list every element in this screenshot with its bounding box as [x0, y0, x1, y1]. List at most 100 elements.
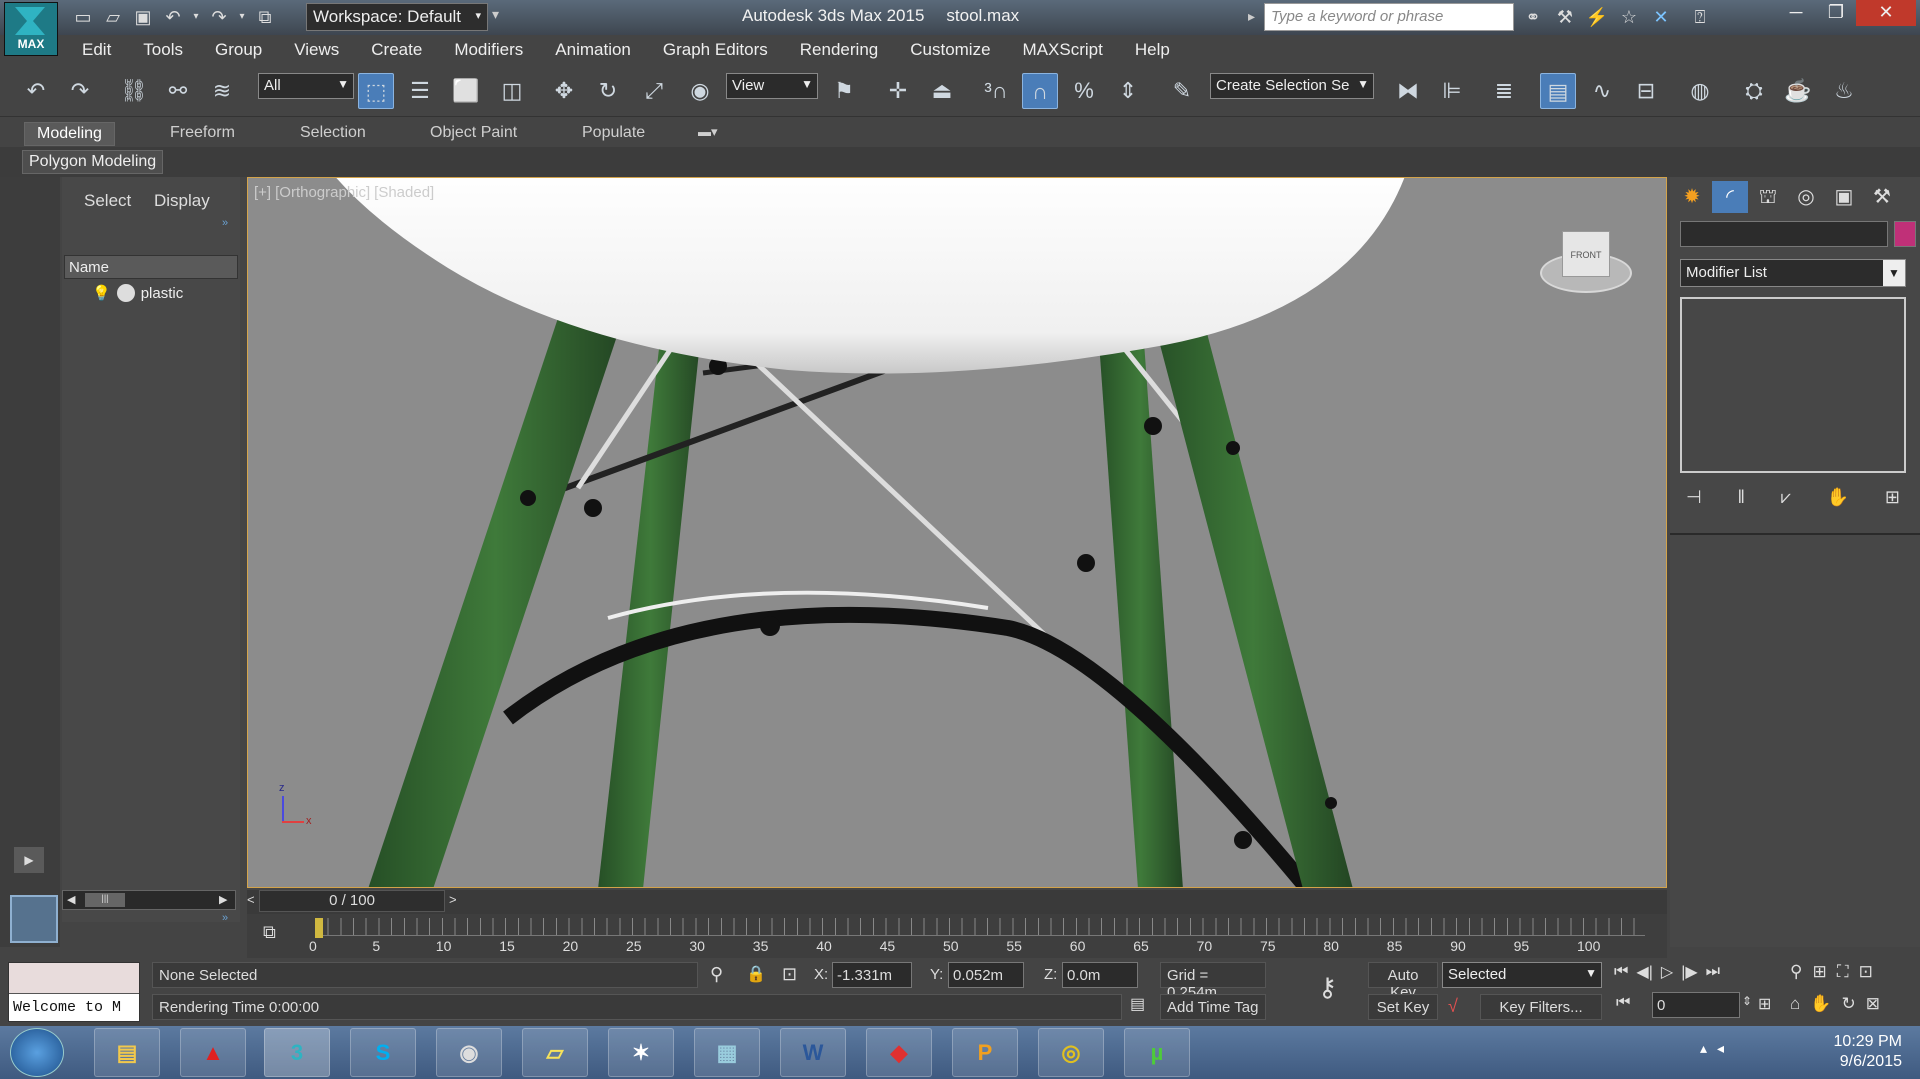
utorrent-icon[interactable]: µ [1124, 1028, 1190, 1077]
viewport-menu-plus[interactable]: [+] [254, 184, 271, 201]
menu-rendering[interactable]: Rendering [800, 40, 878, 60]
undo-icon[interactable]: ↶ [18, 73, 54, 109]
keyboard-shortcut-override-icon[interactable]: ⏏ [924, 73, 960, 109]
z-coordinate-field[interactable]: 0.0m [1062, 962, 1138, 988]
ribbon-options-icon[interactable]: ▬▾ [686, 122, 730, 146]
explorer-scrollbar[interactable]: ◀ ||| ▶ [62, 890, 236, 910]
search-input[interactable]: Type a keyword or phrase [1264, 3, 1514, 31]
zoom-extents-all-icon[interactable]: ⊡ [1859, 962, 1873, 982]
select-object-icon[interactable]: ⬚ [358, 73, 394, 109]
binoculars-icon[interactable]: ⚭ [1520, 4, 1546, 30]
search-expand-icon[interactable]: ▸ [1248, 8, 1255, 25]
auto-key-button[interactable]: Auto Key [1368, 962, 1438, 1001]
key-filters-button[interactable]: Key Filters... [1480, 994, 1602, 1020]
menu-maxscript[interactable]: MAXScript [1023, 40, 1103, 60]
create-tab-icon[interactable]: ✹ [1674, 181, 1710, 213]
word-icon[interactable]: W [780, 1028, 846, 1077]
polygon-modeling-panel[interactable]: Polygon Modeling [22, 150, 164, 174]
project-folder-icon[interactable]: ⧉ [252, 4, 278, 30]
next-frame-icon[interactable]: > [449, 892, 457, 907]
tab-object-paint[interactable]: Object Paint [418, 122, 529, 146]
mirror-icon[interactable]: ⧓ [1390, 73, 1426, 109]
communication-icon[interactable]: ⚡ [1584, 4, 1610, 30]
mini-curve-editor-icon[interactable]: ⧉ [263, 922, 276, 943]
x-coordinate-field[interactable]: -1.331m [832, 962, 912, 988]
rendered-frame-window-icon[interactable]: ☕ [1780, 73, 1816, 109]
expand-icon[interactable]: » [222, 217, 228, 229]
zoom-extents-icon[interactable]: ⛶ [1837, 962, 1849, 982]
scroll-thumb[interactable]: ||| [85, 893, 125, 907]
workspace-dropdown[interactable]: Workspace: Default ▾ [306, 3, 488, 31]
new-file-icon[interactable]: ▭ [70, 4, 96, 30]
help-icon[interactable]: ⍰ [1680, 4, 1720, 30]
menu-modifiers[interactable]: Modifiers [454, 40, 523, 60]
time-tag-icon[interactable]: ▤ [1130, 994, 1145, 1014]
zoom-icon[interactable]: ⚲ [1790, 962, 1802, 982]
scroll-right-icon[interactable]: ▶ [219, 893, 227, 906]
skype-icon[interactable]: S [350, 1028, 416, 1077]
pan-view-icon[interactable]: ✋ [1810, 994, 1831, 1014]
make-unique-icon[interactable]: ⩗ [1781, 487, 1791, 508]
subscription-icon[interactable]: ⚒ [1552, 4, 1578, 30]
isolate-selection-icon[interactable]: ⚲ [710, 964, 723, 985]
viewcube[interactable]: FRONT [1538, 223, 1634, 303]
maxscript-listener[interactable]: Welcome to M [8, 962, 140, 1022]
zbrush-icon[interactable]: ✶ [608, 1028, 674, 1077]
reference-coordinate-dropdown[interactable]: View ▼ [726, 73, 818, 99]
maximize-viewport-icon[interactable]: ⊠ [1866, 994, 1880, 1014]
percent-snap-icon[interactable]: % [1066, 73, 1102, 109]
photo-viewer-icon[interactable]: ▦ [694, 1028, 760, 1077]
current-frame-field[interactable]: 0 [1652, 992, 1740, 1018]
frame-spinner-icon[interactable]: ⇕ [1742, 994, 1752, 1008]
field-of-view-icon[interactable]: ⌂ [1790, 994, 1800, 1014]
previous-key-icon[interactable]: ◀| [1636, 962, 1652, 982]
modifier-list-dropdown[interactable]: Modifier List ▼ [1680, 259, 1906, 287]
scroll-left-icon[interactable]: ◀ [67, 893, 75, 906]
redo-icon[interactable]: ↷ [206, 4, 232, 30]
track-bar[interactable]: ⧉ 0 5 10 15 20 25 30 35 40 45 50 55 60 65 70 75 80 85 90 95… [247, 914, 1667, 958]
select-and-place-icon[interactable]: ◉ [682, 73, 718, 109]
spinner-snap-icon[interactable]: ⇕ [1110, 73, 1146, 109]
redo-dropdown-icon[interactable]: ▾ [236, 4, 248, 30]
default-in-out-tangents-icon[interactable]: √ [1448, 996, 1458, 1017]
close-button[interactable]: ✕ [1856, 0, 1916, 26]
set-key-mode-key-icon[interactable]: ⚷ [1318, 972, 1337, 1003]
set-key-button[interactable]: Set Key [1368, 994, 1438, 1020]
orbit-icon[interactable]: ↻ [1841, 994, 1855, 1014]
favorites-star-icon[interactable]: ☆ [1616, 4, 1642, 30]
minimize-button[interactable]: ─ [1776, 0, 1816, 26]
adobe-acrobat-icon[interactable]: ▲ [180, 1028, 246, 1077]
current-frame-marker[interactable] [315, 918, 323, 938]
angle-snap-icon[interactable]: ∩ [1022, 73, 1058, 109]
pin-stack-icon[interactable]: ⊣ [1686, 487, 1702, 508]
bind-space-warp-icon[interactable]: ≋ [204, 73, 240, 109]
application-menu-button[interactable]: MAX [4, 2, 58, 56]
tab-modeling[interactable]: Modeling [24, 122, 115, 146]
menu-group[interactable]: Group [215, 40, 262, 60]
cinema4d-icon[interactable]: ◉ [436, 1028, 502, 1077]
select-and-rotate-icon[interactable]: ↻ [590, 73, 626, 109]
curve-editor-icon[interactable]: ∿ [1584, 73, 1620, 109]
select-manipulate-icon[interactable]: ✛ [880, 73, 916, 109]
menu-graph-editors[interactable]: Graph Editors [663, 40, 768, 60]
start-button[interactable] [10, 1028, 64, 1077]
qat-customize-icon[interactable]: ▾ [492, 6, 499, 23]
schematic-view-icon[interactable]: ⊟ [1628, 73, 1664, 109]
unlink-icon[interactable]: ⚯ [160, 73, 196, 109]
key-mode-toggle-icon[interactable]: ⏮ [1616, 994, 1630, 1012]
save-icon[interactable]: ▣ [130, 4, 156, 30]
exchange-icon[interactable]: ✕ [1648, 4, 1674, 30]
time-slider-thumb[interactable]: 0 / 100 [259, 890, 445, 912]
play-explorer-icon[interactable]: ▶ [14, 847, 44, 873]
menu-views[interactable]: Views [294, 40, 339, 60]
named-selection-sets-dropdown[interactable]: Create Selection Se ▼ [1210, 73, 1374, 99]
undo-dropdown-icon[interactable]: ▾ [190, 4, 202, 30]
select-and-move-icon[interactable]: ✥ [546, 73, 582, 109]
redo-icon[interactable]: ↷ [62, 73, 98, 109]
go-to-start-icon[interactable]: ⏮ [1614, 963, 1628, 981]
scene-explorer-icon[interactable]: ▤ [1540, 73, 1576, 109]
maximize-button[interactable]: ❐ [1816, 0, 1856, 26]
remove-modifier-icon[interactable]: ✋ [1827, 487, 1849, 508]
selection-lock-icon[interactable]: 🔒 [746, 964, 766, 984]
absolute-transform-icon[interactable]: ⊡ [782, 964, 797, 985]
